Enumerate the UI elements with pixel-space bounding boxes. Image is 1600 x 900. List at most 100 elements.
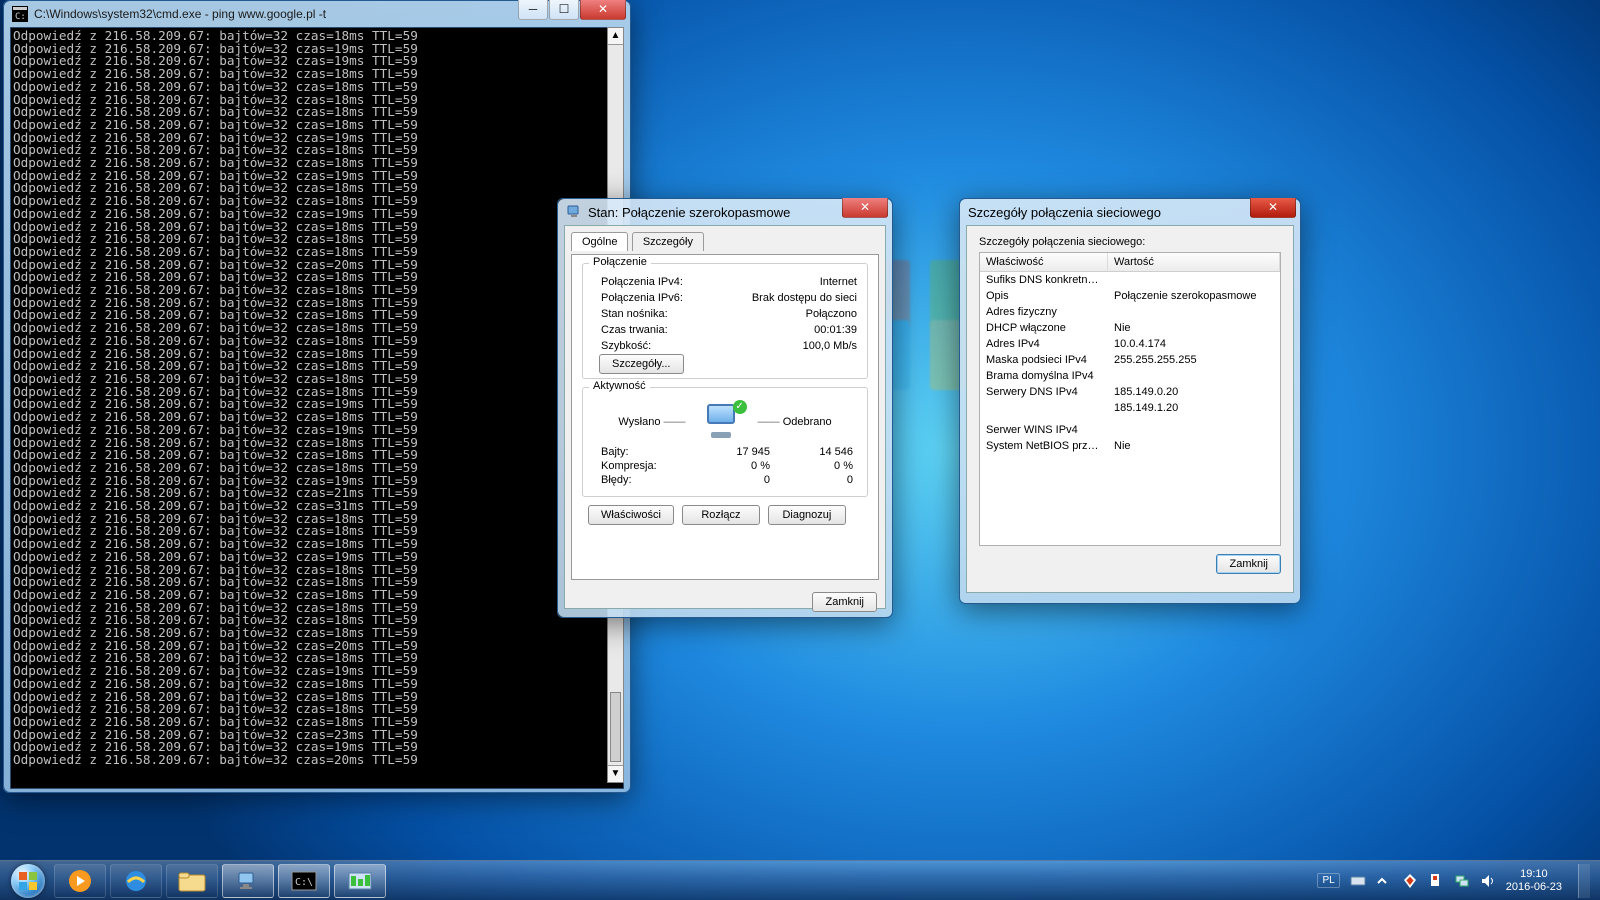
security-alert-icon[interactable] [1402, 873, 1418, 889]
status-titlebar[interactable]: Stan: Połączenie szerokopasmowe ✕ [558, 199, 892, 225]
value-cell: 255.255.255.255 [1108, 353, 1280, 367]
errors-recv: 0 [774, 474, 857, 486]
value-cell [1108, 369, 1280, 383]
list-item[interactable]: Adres fizyczny [980, 304, 1280, 320]
ipv4-value: Internet [820, 276, 857, 288]
list-item[interactable]: Maska podsieci IPv4255.255.255.255 [980, 352, 1280, 368]
value-cell: Nie [1108, 321, 1280, 335]
taskbar-item-network[interactable] [222, 864, 274, 898]
network-tray-icon[interactable] [1454, 873, 1470, 889]
speed-value: 100,0 Mb/s [803, 340, 857, 352]
cmd-window[interactable]: C: C:\Windows\system32\cmd.exe - ping ww… [3, 0, 631, 793]
tray-date: 2016-06-23 [1506, 881, 1562, 894]
tab-details[interactable]: Szczegóły [632, 232, 704, 251]
scroll-up-button[interactable]: ▲ [608, 28, 623, 45]
close-button[interactable]: ✕ [842, 198, 888, 218]
list-item[interactable]: Serwer WINS IPv4 [980, 422, 1280, 438]
property-cell: DHCP włączone [980, 321, 1108, 335]
ipv6-value: Brak dostępu do sieci [752, 292, 857, 304]
language-indicator[interactable]: PL [1317, 873, 1339, 888]
col-property[interactable]: Właściwość [980, 253, 1108, 271]
close-button[interactable]: ✕ [580, 0, 626, 20]
system-tray: PL 19:10 2016-06-23 [1317, 864, 1594, 898]
ipv6-label: Połączenia IPv6: [601, 292, 683, 304]
details-listview[interactable]: Właściwość Wartość Sufiks DNS konkretneg… [979, 252, 1281, 546]
action-center-icon[interactable] [1428, 873, 1444, 889]
svg-text:C:: C: [15, 12, 26, 22]
value-cell: 185.149.1.20 [1108, 401, 1280, 415]
cmd-titlebar[interactable]: C: C:\Windows\system32\cmd.exe - ping ww… [4, 1, 630, 27]
status-title-text: Stan: Połączenie szerokopasmowe [588, 205, 790, 220]
volume-icon[interactable] [1480, 873, 1496, 889]
value-cell: 10.0.4.174 [1108, 337, 1280, 351]
list-item[interactable]: Adres IPv410.0.4.174 [980, 336, 1280, 352]
minimize-button[interactable]: ─ [518, 0, 548, 20]
value-cell: 185.149.0.20 [1108, 385, 1280, 399]
cmd-output[interactable]: Odpowiedź z 216.58.209.67: bajtów=32 cza… [10, 27, 624, 789]
property-cell: Brama domyślna IPv4 [980, 369, 1108, 383]
list-item[interactable]: Brama domyślna IPv4 [980, 368, 1280, 384]
duration-label: Czas trwania: [601, 324, 668, 336]
details-title-text: Szczegóły połączenia sieciowego [968, 205, 1161, 220]
list-item[interactable]: Sufiks DNS konkretneg... [980, 272, 1280, 288]
disconnect-button[interactable]: Rozłącz [682, 505, 760, 525]
property-cell: Adres fizyczny [980, 305, 1108, 319]
close-dialog-button[interactable]: Zamknij [812, 592, 877, 612]
start-button[interactable] [6, 864, 50, 898]
taskbar-item-explorer[interactable] [166, 864, 218, 898]
details-heading: Szczegóły połączenia sieciowego: [979, 236, 1281, 248]
tray-clock[interactable]: 19:10 2016-06-23 [1506, 868, 1562, 894]
property-cell: Maska podsieci IPv4 [980, 353, 1108, 367]
activity-icon: ✓ [699, 404, 745, 440]
start-orb-icon [11, 864, 45, 898]
group-connection-legend: Połączenie [589, 256, 651, 268]
diagnose-button[interactable]: Diagnozuj [768, 505, 846, 525]
cmd-icon: C: [12, 6, 28, 22]
col-value[interactable]: Wartość [1108, 253, 1280, 271]
value-cell [1108, 305, 1280, 319]
network-details-dialog[interactable]: Szczegóły połączenia sieciowego ✕ Szczeg… [959, 198, 1301, 604]
duration-value: 00:01:39 [814, 324, 857, 336]
ipv4-label: Połączenia IPv4: [601, 276, 683, 288]
group-activity: Aktywność Wysłano —— ✓ —— Odebrano Bajty… [582, 387, 868, 497]
tray-chevron-icon[interactable] [1376, 873, 1392, 889]
media-value: Połączono [806, 308, 857, 320]
property-cell: Adres IPv4 [980, 337, 1108, 351]
taskbar-item-wmp[interactable] [54, 864, 106, 898]
taskbar-item-taskmgr[interactable] [334, 864, 386, 898]
scroll-thumb[interactable] [610, 692, 621, 762]
close-dialog-button[interactable]: Zamknij [1216, 554, 1281, 574]
status-tabs: Ogólne Szczegóły [571, 232, 879, 254]
properties-button[interactable]: Właściwości [588, 505, 674, 525]
svg-text:C:\: C:\ [295, 877, 313, 888]
close-button[interactable]: ✕ [1250, 198, 1296, 218]
group-activity-legend: Aktywność [589, 380, 650, 392]
details-titlebar[interactable]: Szczegóły połączenia sieciowego ✕ [960, 199, 1300, 225]
taskbar-item-ie[interactable] [110, 864, 162, 898]
bytes-sent: 17 945 [691, 446, 774, 458]
show-desktop-button[interactable] [1578, 864, 1590, 898]
maximize-button[interactable]: ☐ [549, 0, 579, 20]
cmd-title-text: C:\Windows\system32\cmd.exe - ping www.g… [34, 7, 326, 21]
property-cell: Sufiks DNS konkretneg... [980, 273, 1108, 287]
list-item[interactable]: OpisPołączenie szerokopasmowe [980, 288, 1280, 304]
taskbar[interactable]: C:\ PL 19:10 2016-06-23 [0, 860, 1600, 900]
details-button[interactable]: Szczegóły... [599, 354, 684, 374]
speed-label: Szybkość: [601, 340, 651, 352]
list-item[interactable]: Serwery DNS IPv4185.149.0.20 [980, 384, 1280, 400]
received-label: Odebrano [783, 416, 832, 428]
listview-header[interactable]: Właściwość Wartość [980, 253, 1280, 272]
list-item[interactable]: 185.149.1.20 [980, 400, 1280, 416]
sent-label: Wysłano [618, 416, 660, 428]
network-icon [566, 204, 582, 220]
keyboard-icon[interactable] [1350, 873, 1366, 889]
bytes-label: Bajty: [601, 446, 691, 458]
connection-status-dialog[interactable]: Stan: Połączenie szerokopasmowe ✕ Ogólne… [557, 198, 893, 618]
media-label: Stan nośnika: [601, 308, 668, 320]
tab-general[interactable]: Ogólne [571, 232, 628, 251]
list-item[interactable]: System NetBIOS przez T...Nie [980, 438, 1280, 454]
scroll-down-button[interactable]: ▼ [608, 765, 623, 782]
compression-recv: 0 % [774, 460, 857, 472]
list-item[interactable]: DHCP włączoneNie [980, 320, 1280, 336]
taskbar-item-cmd[interactable]: C:\ [278, 864, 330, 898]
